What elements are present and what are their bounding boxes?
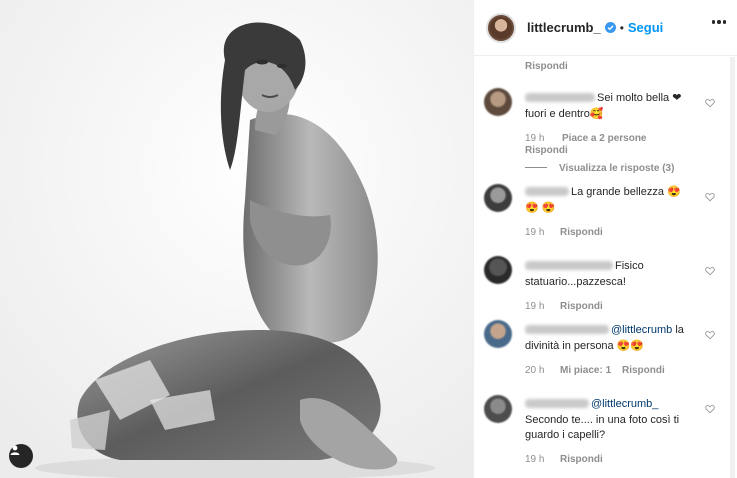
mention-link[interactable]: @littlecrumb xyxy=(611,324,672,336)
avatar[interactable] xyxy=(484,395,512,423)
mention-link[interactable]: @littlecrumb_ xyxy=(591,398,658,410)
verified-badge-icon xyxy=(604,22,616,33)
likes-count[interactable]: Piace a 2 persone xyxy=(562,133,647,144)
view-replies-link[interactable]: Visualizza le risposte (3) xyxy=(525,163,674,174)
more-options-icon[interactable] xyxy=(711,20,726,24)
comment-text: Sei molto bella ❤fuori e dentro🥰 xyxy=(525,92,682,120)
follow-button[interactable]: Segui xyxy=(628,20,663,35)
avatar[interactable] xyxy=(484,256,512,284)
blurred-username[interactable] xyxy=(525,325,609,334)
heart-icon[interactable] xyxy=(705,98,715,108)
comment-text: @littlecrumb la divinità in persona 😍😍 xyxy=(525,324,684,352)
heart-icon[interactable] xyxy=(705,404,715,414)
reply-link[interactable]: Rispondi xyxy=(525,61,568,72)
reply-link[interactable]: Rispondi xyxy=(560,301,603,312)
comment-text: La grande bellezza 😍 😍 😍 xyxy=(525,186,681,214)
heart-icon[interactable] xyxy=(705,330,715,340)
avatar[interactable] xyxy=(484,88,512,116)
comment-time[interactable]: 19 h xyxy=(525,454,544,465)
blurred-username[interactable] xyxy=(525,261,613,270)
comment-time[interactable]: 19 h xyxy=(525,133,544,144)
user-silhouette-icon xyxy=(10,445,20,455)
post-photo[interactable] xyxy=(0,0,473,478)
avatar[interactable] xyxy=(484,320,512,348)
username-link[interactable]: littlecrumb_ xyxy=(527,20,601,35)
separator-dot: • xyxy=(619,20,624,35)
reply-link[interactable]: Rispondi xyxy=(525,145,568,156)
blurred-username[interactable] xyxy=(525,93,595,102)
heart-icon[interactable] xyxy=(705,192,715,202)
blurred-username[interactable] xyxy=(525,187,569,196)
blurred-username[interactable] xyxy=(525,399,589,408)
likes-count[interactable]: Mi piace: 1 xyxy=(560,365,611,376)
heart-icon[interactable] xyxy=(705,266,715,276)
comment-time[interactable]: 20 h xyxy=(525,365,544,376)
avatar[interactable] xyxy=(486,12,516,43)
comment-time[interactable]: 19 h xyxy=(525,301,544,312)
reply-link[interactable]: Rispondi xyxy=(622,365,665,376)
reply-link[interactable]: Rispondi xyxy=(560,454,603,465)
reply-link[interactable]: Rispondi xyxy=(560,227,603,238)
user-tag-icon[interactable] xyxy=(9,444,33,468)
comment-text: Fisico statuario...pazzesca! xyxy=(525,260,644,288)
scrollbar[interactable] xyxy=(728,57,737,478)
post-header: littlecrumb_ • Segui xyxy=(474,0,737,56)
divider-line xyxy=(525,167,547,168)
comment-time[interactable]: 19 h xyxy=(525,227,544,238)
avatar[interactable] xyxy=(484,184,512,212)
comment-text: @littlecrumb_ Secondo te.... in una foto… xyxy=(525,398,680,441)
post-image xyxy=(0,0,473,478)
